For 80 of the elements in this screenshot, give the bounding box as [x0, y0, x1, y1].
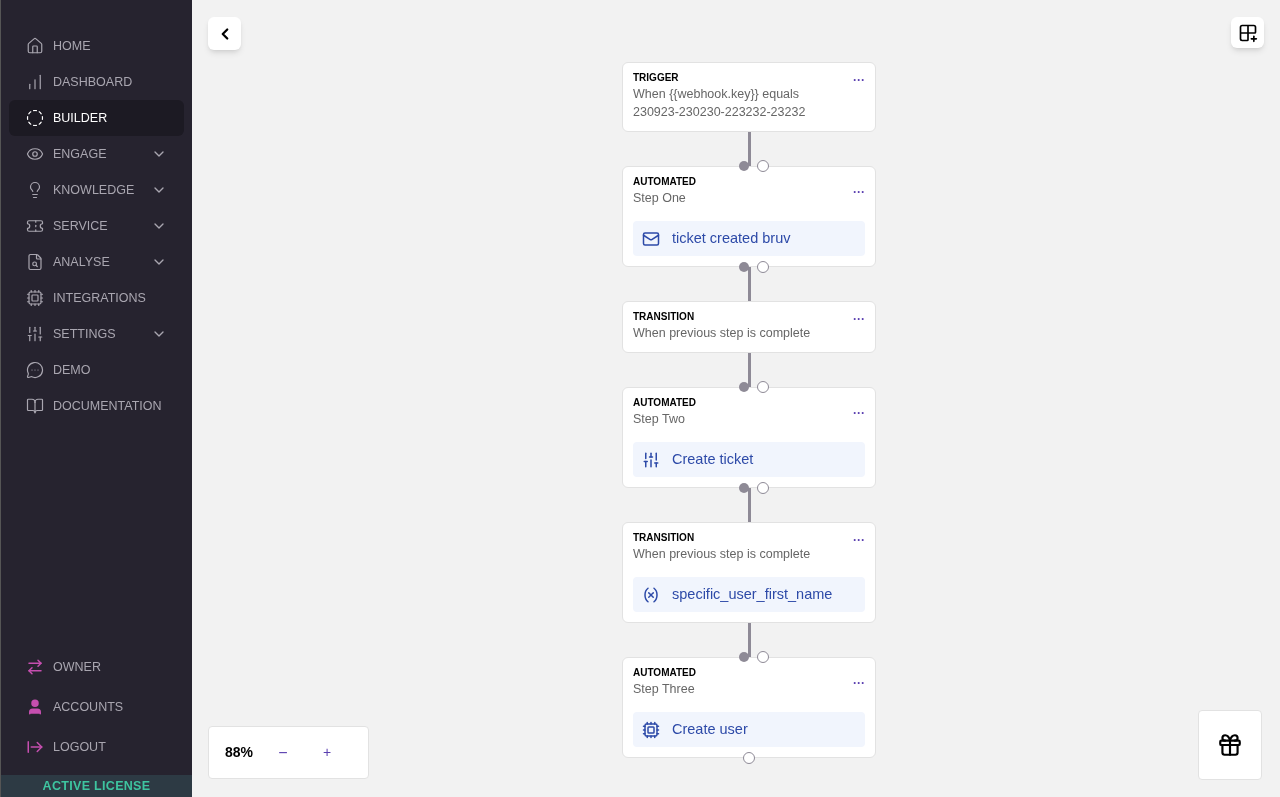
sidebar-item[interactable]: DEMO — [9, 352, 184, 388]
trigger-card[interactable]: TRIGGER When {{webhook.key}} equals 230923-230230-223232-23232 ··· — [622, 62, 876, 132]
more-menu-button[interactable]: ··· — [853, 407, 865, 419]
more-menu-button[interactable]: ··· — [853, 313, 865, 325]
connector-handle[interactable] — [757, 160, 769, 172]
bar-chart-icon — [26, 73, 44, 91]
variable-icon — [642, 585, 660, 604]
sliders-icon — [642, 450, 660, 469]
node-title: When {{webhook.key}} equals 230923-230230-223232-23232 — [633, 86, 807, 121]
node-type-label: TRANSITION — [633, 531, 696, 545]
action-chip[interactable]: Create ticket — [633, 442, 865, 477]
chip-icon — [642, 720, 660, 739]
action-label: specific_user_first_name — [672, 584, 833, 604]
node-title: Step Three — [633, 681, 696, 698]
connector-handle[interactable] — [757, 651, 769, 663]
sidebar-item[interactable]: ANALYSE — [9, 244, 184, 280]
sidebar-item[interactable]: OWNER — [9, 647, 184, 687]
more-menu-button[interactable]: ··· — [853, 677, 865, 689]
user-icon — [26, 698, 44, 716]
home-icon — [26, 37, 44, 55]
sidebar-item[interactable]: ACCOUNTS — [9, 687, 184, 727]
grid-plus-icon — [1237, 22, 1258, 43]
more-menu-button[interactable]: ··· — [853, 74, 865, 86]
mail-icon — [642, 229, 660, 248]
sidebar-item[interactable]: ENGAGE — [9, 136, 184, 172]
connector-handle[interactable] — [757, 381, 769, 393]
sidebar-item[interactable]: KNOWLEDGE — [9, 172, 184, 208]
action-chip[interactable]: specific_user_first_name — [633, 577, 865, 612]
add-widget-button[interactable] — [1231, 17, 1264, 48]
connector-handle[interactable] — [739, 652, 749, 662]
transition-card[interactable]: TRANSITION When previous step is complete ··· specific_user_first_name — [622, 522, 876, 623]
back-button[interactable] — [208, 17, 241, 50]
action-chip[interactable]: Create user — [633, 712, 865, 747]
node-type-label: AUTOMATED — [633, 396, 697, 410]
step-card[interactable]: AUTOMATED Step Three ··· Create user — [622, 657, 876, 758]
zoom-level: 88% — [225, 743, 255, 762]
logout-icon — [26, 738, 44, 756]
action-chip[interactable]: ticket created bruv — [633, 221, 865, 256]
node-title: When previous step is complete — [633, 325, 812, 342]
connector-handle[interactable] — [739, 262, 749, 272]
swap-arrows-icon — [26, 658, 44, 676]
node-type-label: AUTOMATED — [633, 666, 697, 680]
sidebar-item[interactable]: DASHBOARD — [9, 64, 184, 100]
sliders-icon — [26, 325, 44, 343]
node-title: When previous step is complete — [633, 546, 812, 563]
step-card[interactable]: AUTOMATED Step One ··· ticket created bruv — [622, 166, 876, 267]
ticket-icon — [26, 217, 44, 235]
book-icon — [26, 397, 44, 415]
eye-icon — [26, 145, 44, 163]
gift-icon — [1217, 732, 1243, 758]
chat-icon — [26, 361, 44, 379]
file-search-icon — [26, 253, 44, 271]
step-card[interactable]: AUTOMATED Step Two ··· Create ticket — [622, 387, 876, 488]
connector-handle[interactable] — [739, 161, 749, 171]
zoom-out-button[interactable]: − — [273, 740, 293, 765]
dashed-circle-icon — [26, 109, 44, 127]
sidebar-item[interactable]: DOCUMENTATION — [9, 388, 184, 424]
transition-card[interactable]: TRANSITION When previous step is complete ··· — [622, 301, 876, 353]
action-label: Create ticket — [672, 449, 754, 469]
sidebar-item[interactable]: SETTINGS — [9, 316, 184, 352]
license-badge: ACTIVE LICENSE — [1, 775, 192, 797]
sidebar-item[interactable]: INTEGRATIONS — [9, 280, 184, 316]
node-title: Step Two — [633, 411, 686, 428]
node-type-label: TRANSITION — [633, 310, 696, 324]
node-title: Step One — [633, 190, 687, 207]
node-type-label: TRIGGER — [633, 71, 680, 85]
sidebar-item[interactable]: SERVICE — [9, 208, 184, 244]
zoom-in-button[interactable]: + — [317, 742, 337, 763]
node-type-label: AUTOMATED — [633, 175, 697, 189]
action-label: ticket created bruv — [672, 228, 791, 248]
connector-handle[interactable] — [739, 483, 749, 493]
sidebar-item[interactable]: HOME — [9, 28, 184, 64]
more-menu-button[interactable]: ··· — [853, 534, 865, 546]
more-menu-button[interactable]: ··· — [853, 186, 865, 198]
gift-button[interactable] — [1198, 710, 1262, 780]
sidebar-item[interactable]: LOGOUT — [9, 727, 184, 767]
chip-icon — [26, 289, 44, 307]
action-label: Create user — [672, 719, 748, 739]
sidebar-item[interactable]: BUILDER — [9, 100, 184, 136]
connector-handle[interactable] — [739, 382, 749, 392]
